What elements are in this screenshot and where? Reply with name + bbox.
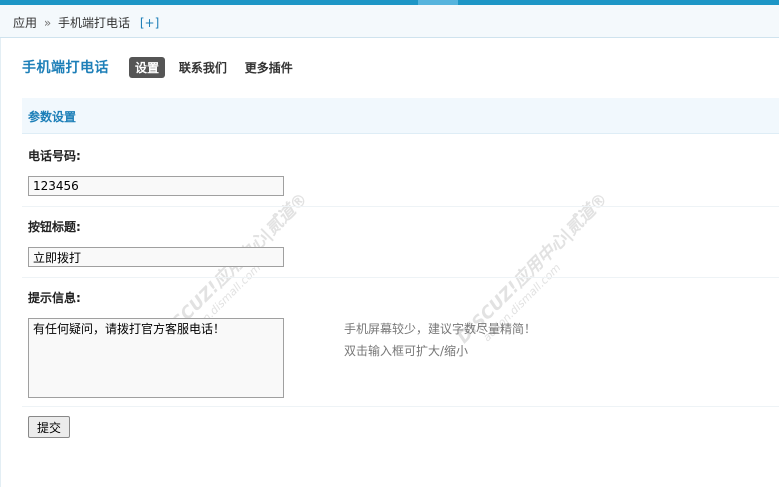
row-divider [22,406,779,407]
add-to-menu-link[interactable]: [+] [140,16,159,30]
tab-contact-us[interactable]: 联系我们 [179,59,227,76]
tab-settings[interactable]: 设置 [129,56,166,78]
button-title-label: 按钮标题: [28,220,81,234]
row-divider [22,277,779,278]
row-divider [22,206,779,207]
breadcrumb-root[interactable]: 应用 [13,16,37,30]
tip-help-line: 手机屏幕较少，建议字数尽量精简！ [344,322,537,336]
phone-input[interactable] [28,176,284,196]
breadcrumb-current: 手机端打电话 [58,16,131,30]
tab-more-plugins[interactable]: 更多插件 [245,59,293,76]
tip-help-text: 手机屏幕较少，建议字数尽量精简！ 双击输入框可扩大/缩小 [344,318,536,362]
left-border [0,38,1,487]
plugin-header: 手机端打电话 设置 联系我们 更多插件 [22,55,307,79]
breadcrumb: 应用 » 手机端打电话 [+] [0,5,779,38]
tip-help-line: 双击输入框可扩大/缩小 [344,344,469,358]
plugin-title: 手机端打电话 [22,60,109,76]
breadcrumb-separator: » [43,16,52,30]
submit-button[interactable]: 提交 [28,416,70,438]
plugin-nav: 设置 联系我们 更多插件 [129,56,307,78]
button-title-input[interactable] [28,247,284,267]
phone-label: 电话号码: [28,149,81,163]
tip-info-label: 提示信息: [28,291,81,305]
tip-info-textarea[interactable]: 有任何疑问，请拨打官方客服电话！ [28,318,284,398]
section-title: 参数设置 [22,98,779,134]
